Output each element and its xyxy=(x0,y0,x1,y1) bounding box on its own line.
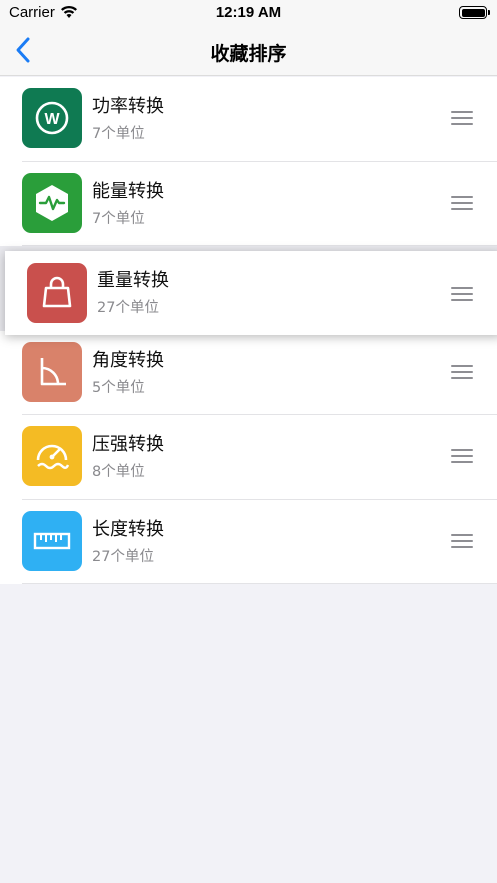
watt-icon: W xyxy=(22,88,82,148)
item-title: 能量转换 xyxy=(92,180,164,202)
reorder-handle-icon[interactable] xyxy=(451,195,473,210)
item-title: 功率转换 xyxy=(92,96,164,117)
gauge-icon xyxy=(22,426,82,486)
reorder-handle-icon[interactable] xyxy=(451,287,473,301)
item-subtitle: 8个单位 xyxy=(92,464,145,480)
navigation-bar: 收藏排序 xyxy=(0,26,497,76)
item-subtitle: 27个单位 xyxy=(97,300,159,316)
reorder-handle-icon[interactable] xyxy=(451,449,473,463)
status-time: 12:19 AM xyxy=(215,4,282,21)
svg-text:W: W xyxy=(44,111,60,128)
list-item[interactable]: 能量转换 7个单位 xyxy=(0,161,497,246)
list-item[interactable]: W 功率转换 7个单位 xyxy=(0,77,497,162)
item-title: 重量转换 xyxy=(97,270,169,291)
ruler-icon xyxy=(22,510,82,571)
item-subtitle: 5个单位 xyxy=(92,379,145,396)
angle-icon xyxy=(22,341,82,402)
item-title: 压强转换 xyxy=(92,434,164,455)
item-title: 角度转换 xyxy=(92,349,164,371)
list-item[interactable]: 角度转换 5个单位 xyxy=(0,330,497,415)
dragging-list-item[interactable]: 重量转换 27个单位 xyxy=(5,251,497,335)
status-bar: Carrier 12:19 AM xyxy=(0,0,497,26)
battery-icon xyxy=(459,6,490,19)
energy-hexagon-icon xyxy=(22,172,82,233)
list-item[interactable]: 压强转换 8个单位 xyxy=(0,415,497,500)
item-subtitle: 7个单位 xyxy=(92,126,145,142)
item-title: 长度转换 xyxy=(92,518,164,540)
reorder-handle-icon[interactable] xyxy=(451,111,473,125)
page-title: 收藏排序 xyxy=(210,43,287,65)
reorder-handle-icon[interactable] xyxy=(451,533,473,548)
item-subtitle: 7个单位 xyxy=(92,210,145,227)
reorder-handle-icon[interactable] xyxy=(451,364,473,379)
weight-bag-icon xyxy=(27,263,87,323)
list-item[interactable]: 长度转换 27个单位 xyxy=(0,499,497,584)
item-subtitle: 27个单位 xyxy=(92,548,154,565)
